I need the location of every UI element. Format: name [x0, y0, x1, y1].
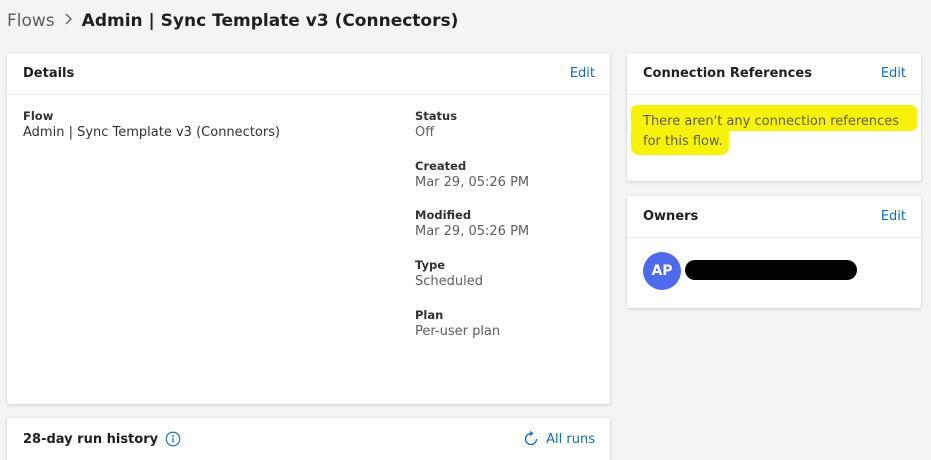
run-history-title-wrap: 28-day run history [23, 431, 181, 447]
created-value: Mar 29, 05:26 PM [415, 175, 530, 190]
breadcrumb: Flows Admin | Sync Template v3 (Connecto… [7, 8, 458, 34]
details-edit-button[interactable]: Edit [570, 66, 595, 81]
connection-references-edit-button[interactable]: Edit [881, 66, 906, 81]
details-header: Details Edit [7, 53, 610, 95]
details-card: Details Edit Flow Admin | Sync Template … [7, 53, 610, 404]
all-runs-button[interactable]: All runs [522, 430, 595, 448]
modified-value: Mar 29, 05:26 PM [415, 224, 530, 239]
flow-field: Flow Admin | Sync Template v3 (Connector… [23, 109, 280, 142]
connection-references-title: Connection References [643, 66, 812, 81]
flow-label: Flow [23, 109, 54, 123]
run-history-header: 28-day run history All runs [7, 418, 610, 460]
details-title: Details [23, 66, 75, 81]
status-value: Off [415, 125, 435, 140]
status-field: Status Off [415, 109, 457, 142]
connection-references-empty-message: There aren't any connection references f… [643, 114, 900, 149]
all-runs-label: All runs [546, 431, 595, 447]
type-value: Scheduled [415, 274, 483, 289]
status-label: Status [415, 109, 458, 123]
connection-references-card: Connection References Edit There aren't … [627, 53, 921, 181]
owner-name-redaction [685, 260, 857, 280]
page-title: Admin | Sync Template v3 (Connectors) [81, 11, 459, 31]
chevron-right-icon [64, 13, 73, 29]
type-label: Type [415, 258, 446, 272]
plan-value: Per-user plan [415, 324, 501, 339]
created-label: Created [415, 159, 467, 173]
owners-card: Owners Edit AP [627, 196, 921, 308]
breadcrumb-flows-link[interactable]: Flows [7, 11, 55, 31]
run-history-card: 28-day run history All runs [7, 418, 610, 460]
info-icon[interactable] [165, 431, 181, 447]
owners-header: Owners Edit [627, 196, 921, 238]
owners-edit-button[interactable]: Edit [881, 209, 906, 224]
type-field: Type Scheduled [415, 258, 483, 291]
run-history-title: 28-day run history [23, 431, 159, 447]
owners-title: Owners [643, 209, 699, 224]
owner-avatar: AP [643, 252, 681, 290]
plan-field: Plan Per-user plan [415, 308, 500, 341]
plan-label: Plan [415, 308, 444, 322]
created-field: Created Mar 29, 05:26 PM [415, 159, 529, 192]
modified-field: Modified Mar 29, 05:26 PM [415, 208, 529, 241]
modified-label: Modified [415, 208, 472, 222]
flow-value: Admin | Sync Template v3 (Connectors) [23, 125, 281, 140]
refresh-icon [522, 430, 540, 448]
connection-references-header: Connection References Edit [627, 53, 921, 95]
